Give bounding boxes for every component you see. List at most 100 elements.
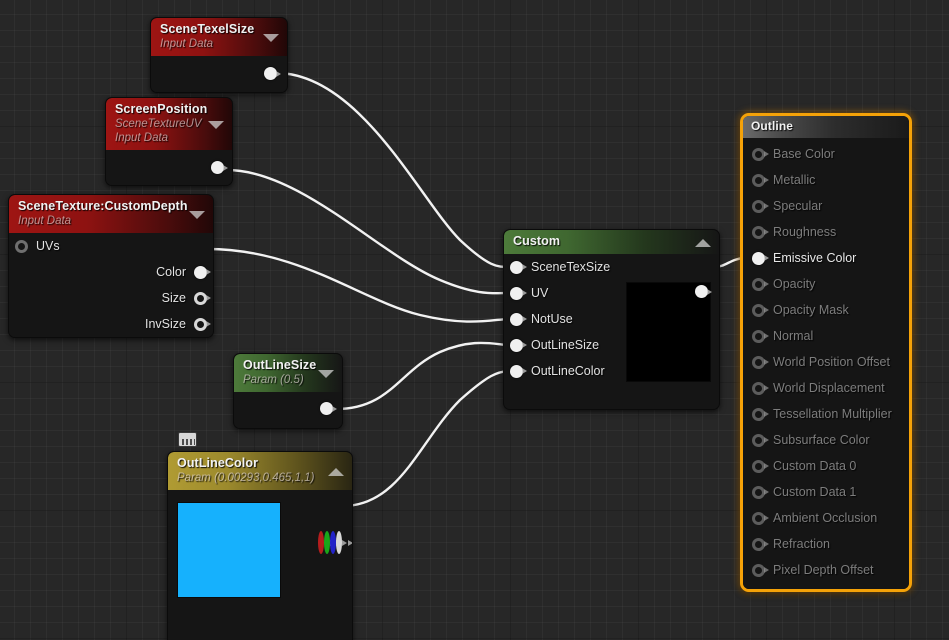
pin-label: OutLineColor — [531, 364, 605, 378]
input-pin-row[interactable]: OutLineSize — [504, 332, 634, 358]
input-pin[interactable] — [752, 407, 769, 421]
pin-label: Color — [156, 265, 186, 279]
material-graph-canvas[interactable]: SceneTexelSize Input Data ScreenPosition… — [0, 0, 949, 640]
material-input-metallic[interactable]: Metallic — [743, 167, 909, 193]
wire-scenetexture-to-notuse — [205, 247, 512, 323]
output-pin[interactable] — [211, 161, 228, 174]
chevron-up-icon[interactable] — [328, 468, 344, 476]
material-input-world-displacement[interactable]: World Displacement — [743, 375, 909, 401]
material-input-roughness[interactable]: Roughness — [743, 219, 909, 245]
pin-label: Metallic — [773, 173, 816, 187]
output-pin-row[interactable]: Color — [9, 259, 213, 285]
input-pin[interactable] — [752, 485, 769, 499]
input-pin[interactable] — [752, 329, 769, 343]
node-subtitle: Param (0.00293,0.465,1,1) — [177, 472, 315, 484]
input-pin[interactable] — [510, 364, 527, 378]
pin-label: World Displacement — [773, 381, 885, 395]
material-input-custom-data-1[interactable]: Custom Data 1 — [743, 479, 909, 505]
preview-window-icon[interactable] — [178, 432, 197, 447]
input-pin[interactable] — [752, 381, 769, 395]
node-body — [106, 150, 232, 185]
output-pin-row[interactable]: InvSize — [9, 311, 213, 337]
node-header[interactable]: SceneTexture:CustomDepth Input Data — [9, 195, 213, 233]
output-pin-row[interactable]: Size — [9, 285, 213, 311]
node-screen-position[interactable]: ScreenPosition SceneTextureUV Input Data — [105, 97, 233, 186]
input-pin[interactable] — [752, 459, 769, 473]
material-input-pixel-depth-offset[interactable]: Pixel Depth Offset — [743, 557, 909, 583]
node-header[interactable]: ScreenPosition SceneTextureUV Input Data — [106, 98, 232, 150]
input-pin-row[interactable]: NotUse — [504, 306, 634, 332]
node-header[interactable]: Outline — [743, 116, 909, 138]
input-pin[interactable] — [752, 511, 769, 525]
input-pin-row[interactable]: SceneTexSize — [504, 254, 634, 280]
output-pin-a[interactable] — [336, 531, 342, 554]
node-header[interactable]: OutLineSize Param (0.5) — [234, 354, 342, 392]
pin-label: Pixel Depth Offset — [773, 563, 874, 577]
node-body — [234, 392, 342, 428]
input-pin[interactable] — [510, 260, 527, 274]
input-pin[interactable] — [510, 338, 527, 352]
chevron-down-icon[interactable] — [208, 121, 224, 129]
output-pin[interactable] — [194, 317, 211, 331]
chevron-down-icon[interactable] — [263, 34, 279, 42]
pin-label: Ambient Occlusion — [773, 511, 878, 525]
node-header[interactable]: Custom — [504, 230, 719, 254]
input-pin[interactable] — [752, 277, 769, 291]
pin-label: Size — [161, 291, 186, 305]
input-pin[interactable] — [15, 239, 28, 253]
input-pin[interactable] — [752, 251, 769, 265]
material-input-base-color[interactable]: Base Color — [743, 141, 909, 167]
output-pin[interactable] — [194, 291, 211, 305]
material-input-specular[interactable]: Specular — [743, 193, 909, 219]
pin-label: Refraction — [773, 537, 830, 551]
input-pin-row[interactable]: UV — [504, 280, 634, 306]
node-body: SceneTexSize UV NotUse OutLineSize OutLi… — [504, 254, 719, 409]
input-pin[interactable] — [752, 173, 769, 187]
input-pin[interactable] — [752, 355, 769, 369]
material-input-opacity-mask[interactable]: Opacity Mask — [743, 297, 909, 323]
input-pin[interactable] — [752, 537, 769, 551]
node-custom[interactable]: Custom SceneTexSize UV NotUse OutLineSiz… — [503, 229, 720, 410]
input-pin[interactable] — [752, 303, 769, 317]
color-swatch[interactable] — [177, 502, 281, 598]
node-scene-texel-size[interactable]: SceneTexelSize Input Data — [150, 17, 288, 93]
node-material-output-outline[interactable]: Outline Base Color Metallic Specular Rou… — [740, 113, 912, 592]
node-header[interactable]: SceneTexelSize Input Data — [151, 18, 287, 56]
node-outline-color-param[interactable]: OutLineColor Param (0.00293,0.465,1,1) — [167, 451, 353, 640]
chevron-down-icon[interactable] — [189, 211, 205, 219]
material-input-world-position-offset[interactable]: World Position Offset — [743, 349, 909, 375]
material-input-ambient-occlusion[interactable]: Ambient Occlusion — [743, 505, 909, 531]
material-input-custom-data-0[interactable]: Custom Data 0 — [743, 453, 909, 479]
input-pin[interactable] — [510, 312, 527, 326]
node-title: Custom — [513, 234, 561, 248]
node-subtitle: Input Data — [18, 215, 72, 227]
input-pin[interactable] — [752, 199, 769, 213]
node-title: SceneTexture:CustomDepth — [18, 199, 188, 213]
output-pin[interactable] — [320, 402, 337, 415]
material-input-normal[interactable]: Normal — [743, 323, 909, 349]
material-input-tessellation-multiplier[interactable]: Tessellation Multiplier — [743, 401, 909, 427]
input-pin[interactable] — [752, 147, 769, 161]
node-outline-size-param[interactable]: OutLineSize Param (0.5) — [233, 353, 343, 429]
material-input-refraction[interactable]: Refraction — [743, 531, 909, 557]
chevron-down-icon[interactable] — [318, 370, 334, 378]
input-pin[interactable] — [752, 563, 769, 577]
node-body — [168, 490, 352, 640]
chevron-up-icon[interactable] — [695, 239, 711, 247]
output-pin[interactable] — [194, 265, 211, 279]
material-input-emissive-color[interactable]: Emissive Color — [743, 245, 909, 271]
input-pin[interactable] — [752, 225, 769, 239]
material-input-subsurface-color[interactable]: Subsurface Color — [743, 427, 909, 453]
input-pin[interactable] — [510, 286, 527, 300]
output-pin[interactable] — [695, 285, 712, 298]
node-subtitle-category: Input Data — [115, 132, 169, 144]
pin-label: Tessellation Multiplier — [773, 407, 892, 421]
node-scene-texture-customdepth[interactable]: SceneTexture:CustomDepth Input Data UVs … — [8, 194, 214, 338]
node-header[interactable]: OutLineColor Param (0.00293,0.465,1,1) — [168, 452, 352, 490]
input-pin-row[interactable]: OutLineColor — [504, 358, 634, 384]
material-input-opacity[interactable]: Opacity — [743, 271, 909, 297]
input-pin-row[interactable]: UVs — [9, 233, 213, 259]
output-pin[interactable] — [264, 67, 281, 80]
input-pin[interactable] — [752, 433, 769, 447]
pin-label: InvSize — [145, 317, 186, 331]
